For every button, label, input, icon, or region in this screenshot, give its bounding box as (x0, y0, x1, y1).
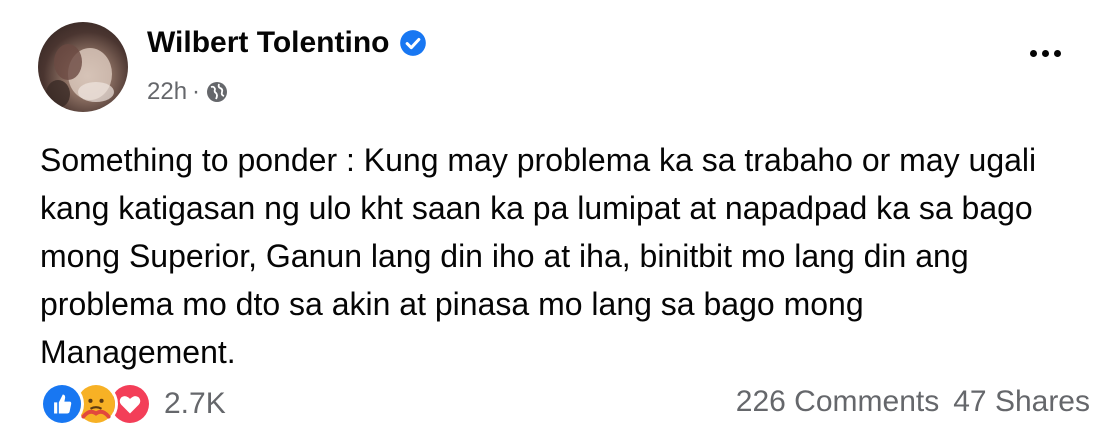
post-text: Something to ponder : Kung may problema … (40, 136, 1100, 376)
post-text-line: Something to ponder : Kung may problema … (40, 142, 1037, 178)
more-dot-icon (1054, 50, 1061, 57)
more-dot-icon (1030, 50, 1037, 57)
avatar[interactable] (38, 22, 128, 112)
reaction-count[interactable]: 2.7K (164, 387, 226, 421)
more-dot-icon (1042, 50, 1049, 57)
globe-icon (207, 82, 228, 102)
post-text-line: mong Superior, Ganun lang din iho at iha… (40, 238, 969, 274)
post-text-line: problema mo dto sa akin at pinasa mo lan… (40, 286, 864, 322)
post-meta: 22h · (147, 78, 229, 106)
post-timestamp[interactable]: 22h (147, 78, 187, 106)
author-row: Wilbert Tolentino (147, 26, 427, 60)
engagement-stats: 226 Comments 47 Shares (736, 382, 1090, 422)
facebook-post: Wilbert Tolentino 22h · Something to pon… (0, 0, 1120, 445)
comments-count[interactable]: 226 Comments (736, 382, 939, 422)
verified-badge-icon (400, 30, 427, 56)
author-name[interactable]: Wilbert Tolentino (147, 26, 389, 60)
post-text-line: kang katigasan ng ulo kht saan ka pa lum… (40, 190, 1033, 226)
post-text-line: Management. (40, 334, 236, 370)
more-options-button[interactable] (1030, 50, 1061, 57)
meta-separator: · (192, 78, 201, 105)
reactions-summary[interactable]: 2.7K (40, 382, 226, 426)
shares-count[interactable]: 47 Shares (953, 382, 1090, 422)
like-icon (40, 382, 84, 426)
avatar-photo (46, 44, 114, 108)
